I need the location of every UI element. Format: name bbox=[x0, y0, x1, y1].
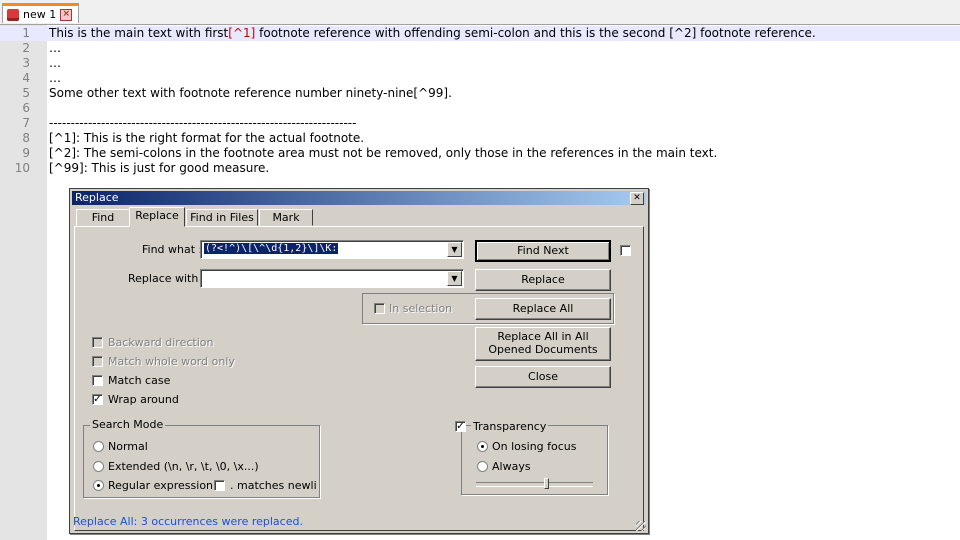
document-tab-bar: new 1 × bbox=[0, 0, 960, 25]
search-mode-regex-label: Regular expression bbox=[108, 479, 214, 492]
find-what-combobox[interactable]: (?<!^)\[\^\d{1,2}\]\K: ▼ bbox=[200, 240, 464, 259]
line-text: ----------------------------------------… bbox=[49, 116, 356, 131]
line-text: [^99]: This is just for good measure. bbox=[49, 161, 269, 176]
line-text: … bbox=[49, 56, 61, 71]
line-text-segment: [^99]: This is just for good measure. bbox=[49, 161, 270, 175]
line-text-segment: [^2]: The semi-colons in the footnote ar… bbox=[49, 146, 718, 160]
editor-line[interactable]: 2… bbox=[0, 41, 960, 56]
match-case-checkbox[interactable] bbox=[92, 375, 103, 386]
line-text: … bbox=[49, 71, 61, 86]
search-mode-title: Search Mode bbox=[90, 418, 166, 431]
line-text-segment: … bbox=[49, 56, 61, 70]
line-number: 6 bbox=[22, 101, 30, 115]
replace-all-docs-line1: Replace All in All bbox=[497, 330, 589, 343]
replace-all-in-all-documents-button[interactable]: Replace All in All Opened Documents bbox=[475, 327, 611, 361]
line-text-segment: This is the main text with first bbox=[49, 26, 229, 40]
line-text-segment: [^1]: This is the right format for the a… bbox=[49, 131, 365, 145]
replace-with-combobox[interactable]: ▼ bbox=[200, 269, 464, 288]
find-next-button[interactable]: Find Next bbox=[475, 240, 611, 262]
tab-replace[interactable]: Replace bbox=[129, 207, 185, 227]
line-text-segment: ----------------------------------------… bbox=[49, 116, 357, 130]
search-mode-extended-label: Extended (\n, \r, \t, \0, \x...) bbox=[108, 460, 259, 473]
line-number: 9 bbox=[22, 146, 30, 160]
match-whole-word-label: Match whole word only bbox=[108, 355, 235, 368]
saved-file-icon bbox=[7, 8, 19, 21]
dialog-title: Replace bbox=[75, 191, 119, 204]
line-text: … bbox=[49, 41, 61, 56]
find-what-value[interactable]: (?<!^)\[\^\d{1,2}\]\K: bbox=[204, 243, 339, 254]
editor-line[interactable]: 1 This is the main text with first[^1] fo… bbox=[0, 26, 960, 41]
match-case-label: Match case bbox=[108, 374, 171, 387]
tab-find-in-files[interactable]: Find in Files bbox=[186, 209, 258, 226]
line-text: [^2]: The semi-colons in the footnote ar… bbox=[49, 146, 717, 161]
transparency-label: Transparency bbox=[471, 420, 549, 433]
matches-newline-checkbox[interactable] bbox=[214, 480, 225, 491]
line-number: 2 bbox=[22, 41, 30, 55]
line-text-segment: … bbox=[49, 71, 61, 85]
line-number: 5 bbox=[22, 86, 30, 100]
document-tab-label: new 1 bbox=[23, 8, 57, 21]
editor-line[interactable]: 10 [^99]: This is just for good measure. bbox=[0, 161, 960, 176]
always-radio[interactable] bbox=[477, 461, 488, 472]
always-label: Always bbox=[492, 460, 531, 473]
editor-line[interactable]: 7 ---------------------------------------… bbox=[0, 116, 960, 131]
resize-grip-icon[interactable] bbox=[636, 521, 646, 531]
editor-line[interactable]: 6 bbox=[0, 101, 960, 116]
tab-mark[interactable]: Mark bbox=[259, 209, 313, 226]
transparency-slider-thumb[interactable] bbox=[544, 478, 550, 489]
line-text: This is the main text with first[^1] foo… bbox=[49, 26, 816, 41]
find-next-extra-checkbox[interactable] bbox=[620, 245, 631, 256]
line-number: 7 bbox=[22, 116, 30, 130]
tab-find[interactable]: Find bbox=[76, 209, 130, 226]
transparency-slider-track[interactable] bbox=[476, 482, 593, 487]
status-message: Replace All: 3 occurrences were replaced… bbox=[73, 515, 303, 528]
search-mode-normal-label: Normal bbox=[108, 440, 148, 453]
line-text-segment: footnote reference with offending semi-c… bbox=[255, 26, 816, 40]
on-losing-focus-label: On losing focus bbox=[492, 440, 577, 453]
replace-with-label: Replace with : bbox=[128, 272, 206, 285]
line-text-segment: Some other text with footnote reference … bbox=[49, 86, 452, 100]
line-number: 1 bbox=[22, 26, 30, 40]
editor-line[interactable]: 4… bbox=[0, 71, 960, 86]
search-mode-extended-radio[interactable] bbox=[93, 461, 104, 472]
replace-button[interactable]: Replace bbox=[475, 269, 611, 291]
wrap-around-label: Wrap around bbox=[108, 393, 179, 406]
backward-direction-checkbox[interactable] bbox=[92, 337, 103, 348]
search-mode-regex-radio[interactable] bbox=[93, 480, 104, 491]
chevron-down-icon[interactable]: ▼ bbox=[447, 242, 462, 257]
wrap-around-checkbox[interactable]: ✓ bbox=[92, 394, 103, 405]
line-number: 4 bbox=[22, 71, 30, 85]
on-losing-focus-radio[interactable] bbox=[477, 441, 488, 452]
editor-line[interactable]: 5 Some other text with footnote reference… bbox=[0, 86, 960, 101]
line-number: 8 bbox=[22, 131, 30, 145]
replace-all-button[interactable]: Replace All bbox=[475, 298, 611, 320]
find-what-label: Find what : bbox=[142, 243, 203, 256]
in-selection-label: In selection bbox=[389, 302, 453, 315]
editor-line[interactable]: 8 [^1]: This is the right format for the … bbox=[0, 131, 960, 146]
in-selection-checkbox[interactable] bbox=[374, 303, 385, 314]
editor-line[interactable]: 3… bbox=[0, 56, 960, 71]
chevron-down-icon[interactable]: ▼ bbox=[447, 271, 462, 286]
document-tab-new-1[interactable]: new 1 × bbox=[2, 3, 80, 23]
search-mode-normal-radio[interactable] bbox=[93, 441, 104, 452]
line-text: Some other text with footnote reference … bbox=[49, 86, 452, 101]
match-whole-word-checkbox[interactable] bbox=[92, 356, 103, 367]
footnote-reference-highlight: [^1] bbox=[228, 26, 256, 40]
backward-direction-label: Backward direction bbox=[108, 336, 214, 349]
dialog-titlebar[interactable]: Replace ✕ bbox=[72, 191, 646, 205]
transparency-checkbox[interactable]: ✓ bbox=[455, 421, 466, 432]
replace-dialog: Replace ✕ Find Replace Find in Files Mar… bbox=[69, 188, 649, 534]
close-button[interactable]: Close bbox=[475, 366, 611, 388]
line-text: [^1]: This is the right format for the a… bbox=[49, 131, 364, 146]
close-icon[interactable]: × bbox=[60, 8, 73, 21]
line-number: 3 bbox=[22, 56, 30, 70]
replace-all-docs-line2: Opened Documents bbox=[488, 343, 598, 356]
dialog-close-button[interactable]: ✕ bbox=[630, 192, 644, 205]
line-number: 10 bbox=[14, 161, 30, 175]
matches-newline-label: . matches newlin bbox=[230, 479, 316, 492]
editor-line[interactable]: 9 [^2]: The semi-colons in the footnote a… bbox=[0, 146, 960, 161]
line-text-segment: … bbox=[49, 41, 61, 55]
